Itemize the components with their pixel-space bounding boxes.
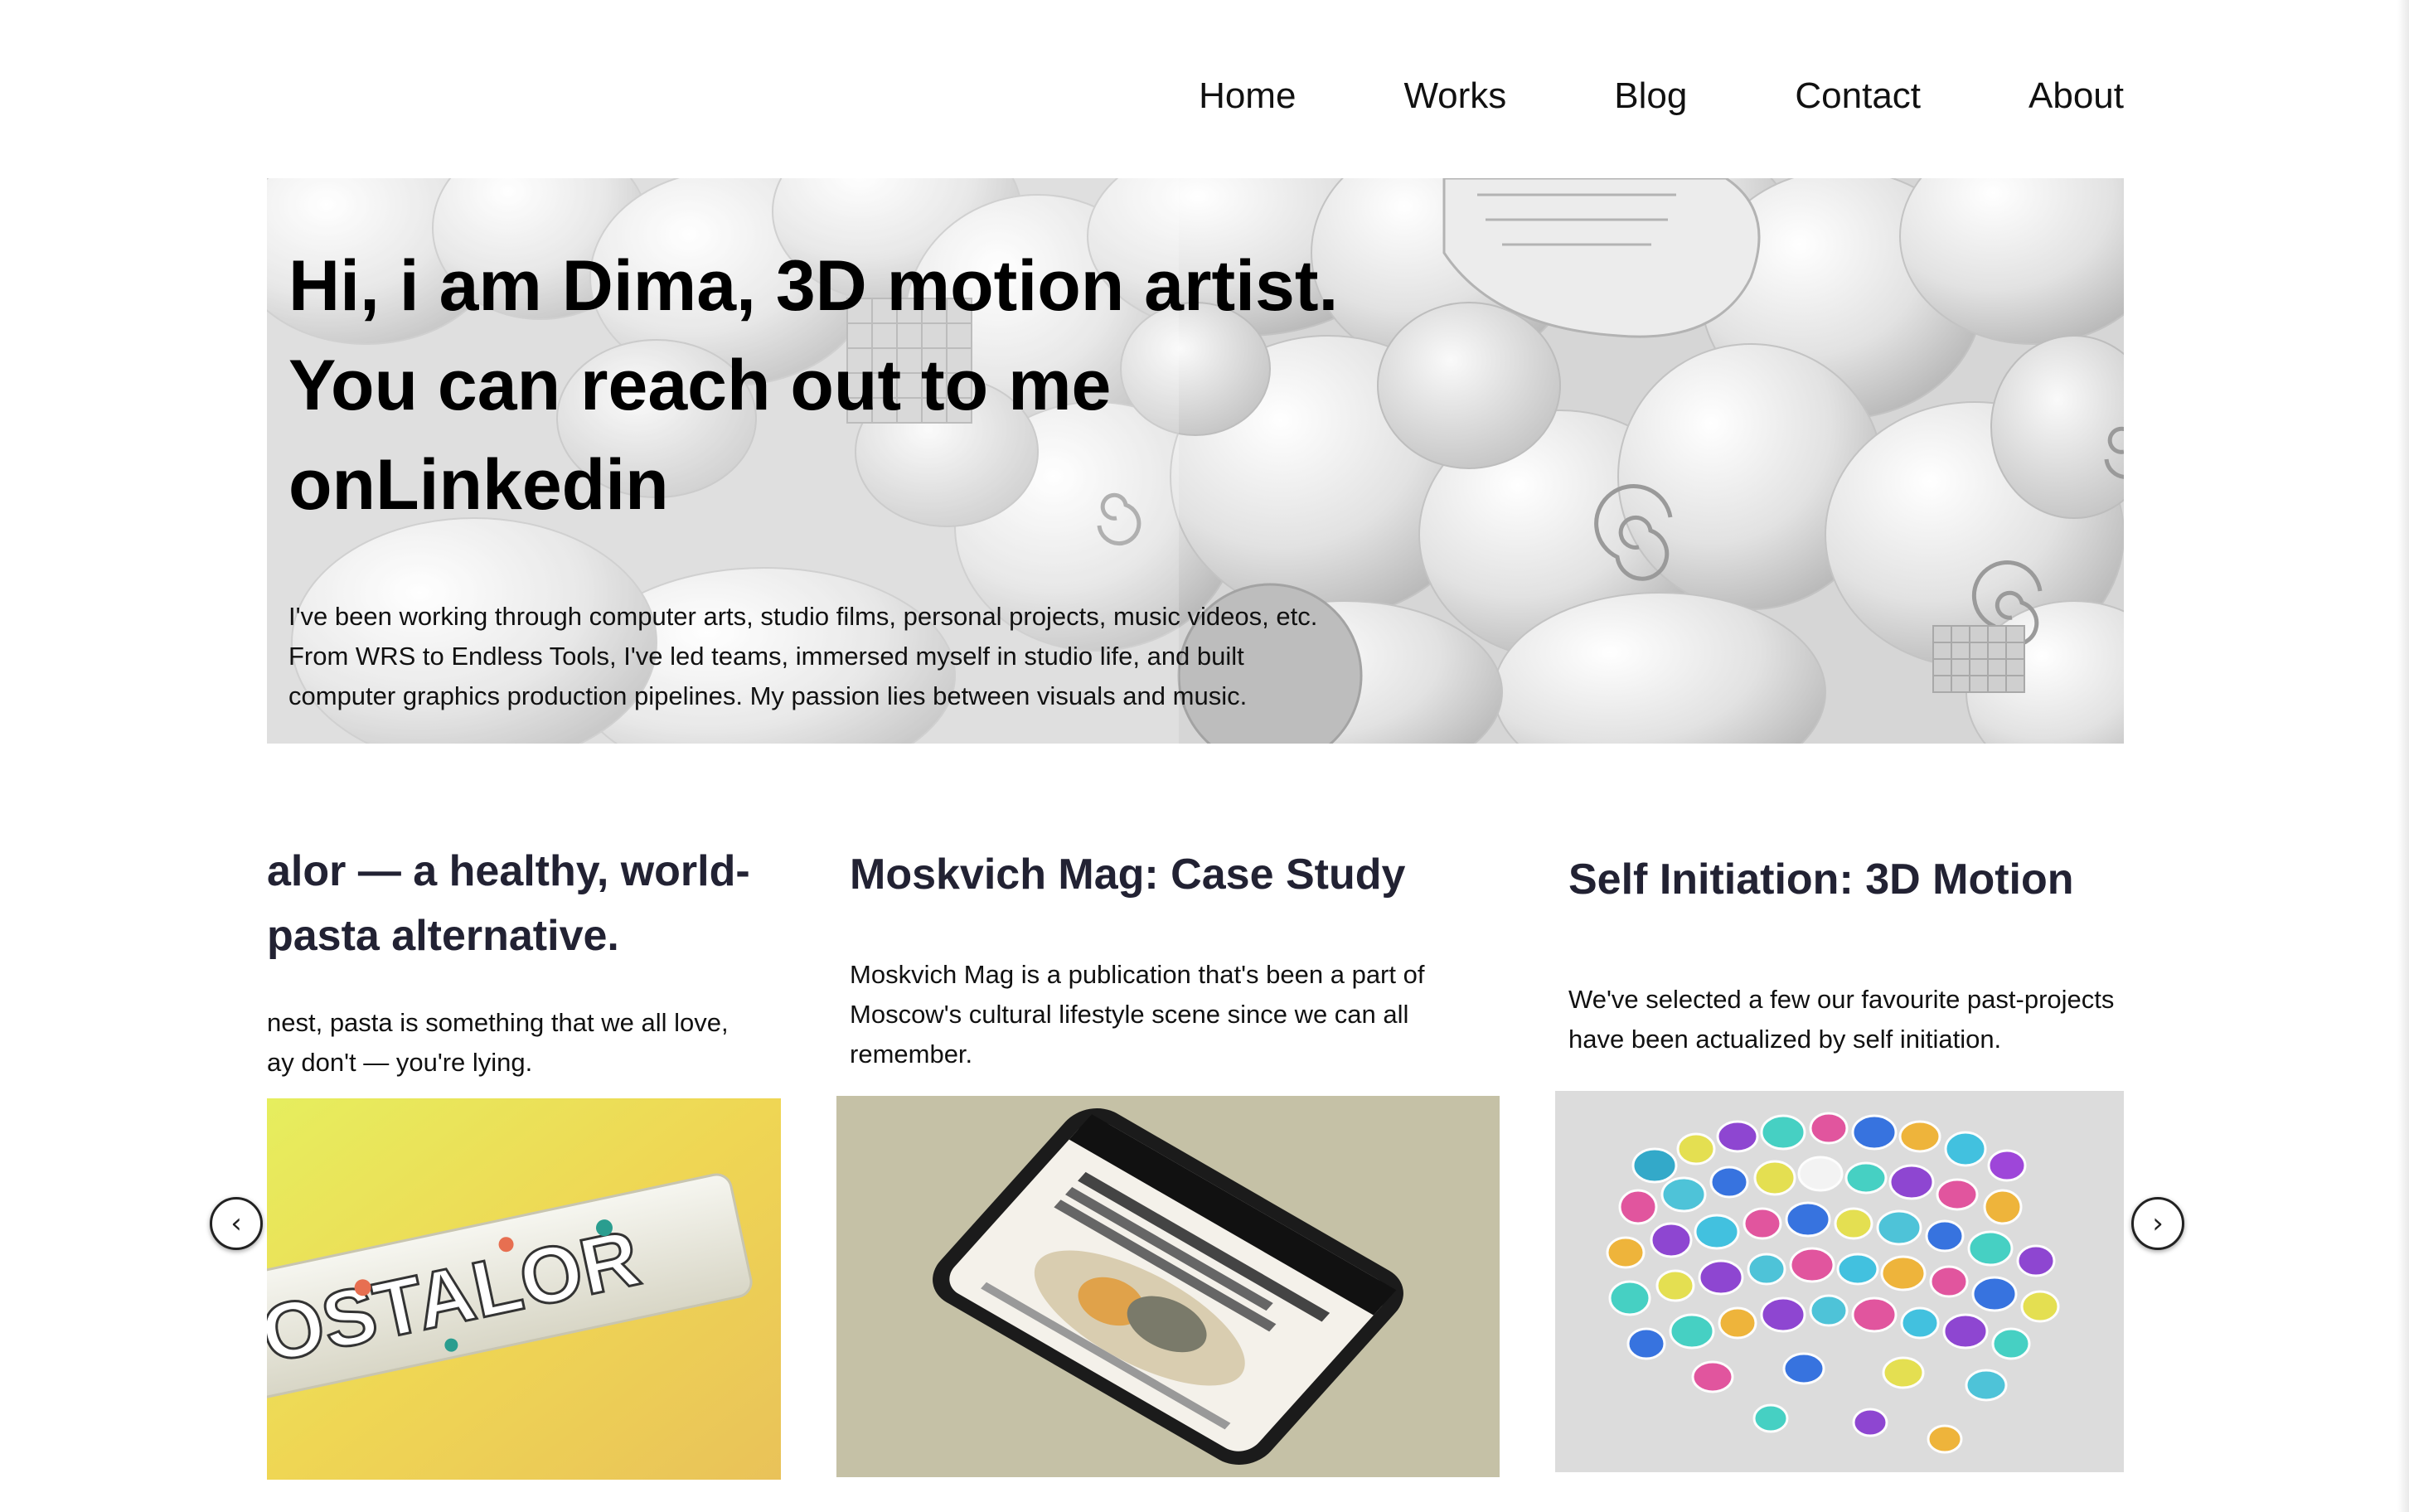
- nav-home-link[interactable]: Home: [1199, 66, 1296, 126]
- work-card-desc-line: remember.: [850, 1040, 973, 1069]
- work-card-desc-line: have been actualized by self initiation.: [1568, 1025, 2002, 1054]
- nav-contact-link[interactable]: Contact: [1795, 66, 1921, 126]
- work-card-desc-line: We've selected a few our favourite past-…: [1568, 985, 2115, 1014]
- nav-about-link[interactable]: About: [2029, 66, 2124, 126]
- work-card-title: Moskvich Mag: Case Study: [850, 842, 1405, 907]
- hero-title: Hi, i am Dima, 3D motion artist. You can…: [288, 236, 1490, 535]
- work-card-desc-line: nest, pasta is something that we all lov…: [267, 1008, 729, 1037]
- work-card-description: nest, pasta is something that we all lov…: [267, 1003, 729, 1083]
- hero-title-line: Hi, i am Dima, 3D motion artist.: [288, 246, 1339, 326]
- chevron-right-icon: ›: [2152, 1207, 2164, 1240]
- work-card-title-line: Self Initiation: 3D Motion: [1568, 855, 2074, 904]
- chevron-left-icon: ‹: [230, 1207, 242, 1240]
- work-card-desc-line: ay don't — you're lying.: [267, 1048, 533, 1077]
- nav-works-link[interactable]: Works: [1403, 66, 1506, 126]
- work-card-title: alor — a healthy, world- pasta alternati…: [267, 839, 750, 968]
- hero-desc-line: computer graphics production pipelines. …: [288, 681, 1248, 710]
- work-card-title: Self Initiation: 3D Motion: [1568, 847, 2074, 912]
- work-card-desc-line: Moskvich Mag is a publication that's bee…: [850, 960, 1425, 989]
- pasta-package-image[interactable]: OSTALOR: [267, 1098, 781, 1480]
- work-card-desc-line: Moscow's cultural lifestyle scene since …: [850, 1000, 1409, 1029]
- hero-title-linkedin-line[interactable]: onLinkedin: [288, 435, 1490, 535]
- hero-desc-line: I've been working through computer arts,…: [288, 602, 1318, 631]
- work-card-description: Moskvich Mag is a publication that's bee…: [850, 955, 1424, 1074]
- colorful-glass-pebbles-image[interactable]: [1555, 1091, 2124, 1472]
- main-nav: Home Works Blog Contact About: [1199, 66, 2124, 126]
- works-carousel: alor — a healthy, world- pasta alternati…: [267, 812, 2124, 1512]
- work-card-description: We've selected a few our favourite past-…: [1568, 980, 2114, 1059]
- work-card-title-line: alor — a healthy, world-: [267, 847, 750, 895]
- work-card-self-initiation[interactable]: Self Initiation: 3D Motion We've selecte…: [1555, 812, 2124, 1512]
- smartphone-mockup-image[interactable]: [836, 1096, 1500, 1477]
- work-card-moskvich-mag[interactable]: Moskvich Mag: Case Study Moskvich Mag is…: [836, 812, 1500, 1512]
- scrollbar-track[interactable]: [2397, 0, 2409, 1512]
- work-card-title-line: Moskvich Mag: Case Study: [850, 850, 1406, 899]
- nav-blog-link[interactable]: Blog: [1614, 66, 1687, 126]
- work-card-pastalor[interactable]: alor — a healthy, world- pasta alternati…: [267, 812, 781, 1512]
- carousel-next-button[interactable]: ›: [2131, 1197, 2184, 1250]
- hero-banner: Hi, i am Dima, 3D motion artist. You can…: [267, 178, 2124, 744]
- hero-description: I've been working through computer arts,…: [288, 597, 1449, 716]
- work-card-title-line: pasta alternative.: [267, 912, 619, 960]
- hero-title-line: You can reach out to me: [288, 346, 1112, 425]
- carousel-prev-button[interactable]: ‹: [210, 1197, 263, 1250]
- hero-desc-line: From WRS to Endless Tools, I've led team…: [288, 642, 1244, 671]
